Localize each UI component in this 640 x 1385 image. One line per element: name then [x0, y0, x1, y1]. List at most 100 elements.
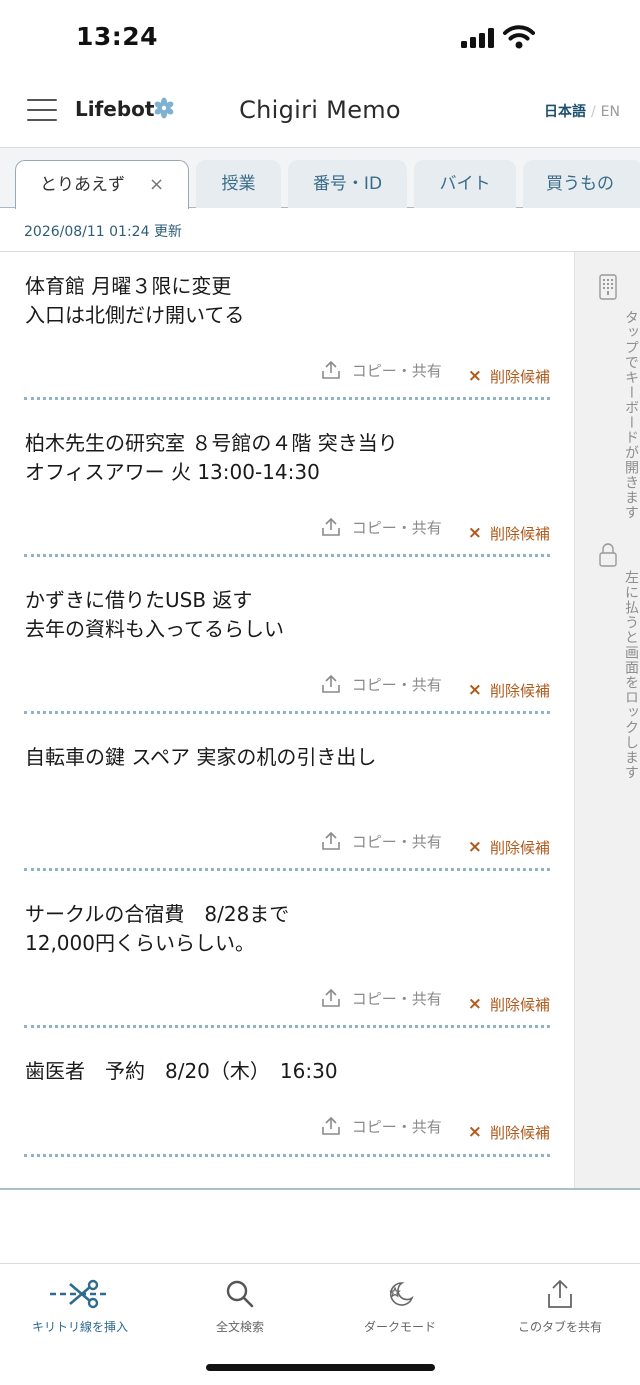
full-text-search-button[interactable]: 全文検索 — [160, 1276, 320, 1335]
copy-share-button[interactable]: コピー・共有 — [320, 1115, 442, 1137]
close-icon: × — [467, 837, 482, 857]
lang-en[interactable]: EN — [601, 104, 620, 120]
memo-item[interactable]: サークルの合宿費 8/28まで 12,000円くらいらしい。 コピー・共有 × 削除… — [0, 880, 574, 1037]
delete-candidate-button[interactable]: × 削除候補 — [468, 366, 550, 387]
wifi-icon — [503, 25, 535, 49]
lang-separator: / — [590, 104, 596, 120]
nav-label: このタブを共有 — [517, 1320, 602, 1334]
share-icon — [321, 360, 340, 379]
memo-actions: コピー・共有 × 削除候補 — [320, 1115, 550, 1142]
dark-mode-button[interactable]: ダークモード — [320, 1276, 480, 1335]
delete-candidate-label: 削除候補 — [489, 524, 550, 543]
insert-cut-line-button[interactable]: キリトリ線を挿入 — [0, 1276, 160, 1335]
memo-separator — [24, 868, 550, 871]
moon-star-icon — [389, 1282, 414, 1306]
share-icon — [321, 988, 340, 1007]
content-divider — [0, 1188, 640, 1190]
memo-text[interactable]: 体育館 月曜３限に変更 入口は北側だけ開いてる — [25, 272, 244, 330]
memo-separator — [24, 1154, 550, 1157]
nav-label: キリトリ線を挿入 — [31, 1320, 128, 1334]
app-header: Lifebot Chigiri Memo 日本語 / EN — [0, 78, 640, 148]
memo-item[interactable]: 自転車の鍵 スペア 実家の机の引き出し コピー・共有 × 削除候補 — [0, 723, 574, 880]
memo-item[interactable]: 柏木先生の研究室 ８号館の４階 突き当り オフィスアワー 火 13:00-14:… — [0, 409, 574, 566]
memo-actions: コピー・共有 × 削除候補 — [320, 830, 550, 857]
copy-share-label: コピー・共有 — [351, 518, 442, 537]
memo-actions: コピー・共有 × 削除候補 — [320, 673, 550, 700]
copy-share-button[interactable]: コピー・共有 — [320, 673, 442, 695]
updated-timestamp: 2026/08/11 01:24 更新 — [24, 224, 182, 240]
delete-candidate-button[interactable]: × 削除候補 — [468, 994, 550, 1015]
updated-timestamp-row: 2026/08/11 01:24 更新 — [0, 208, 640, 252]
keyboard-hint[interactable]: タップでキーボードが開きます — [575, 310, 640, 520]
memo-actions: コピー・共有 × 削除候補 — [320, 987, 550, 1014]
tab-label: バイト — [439, 174, 491, 194]
language-switcher: 日本語 / EN — [544, 101, 620, 121]
close-icon: × — [467, 366, 482, 386]
delete-candidate-label: 削除候補 — [489, 367, 550, 386]
home-indicator[interactable] — [206, 1364, 435, 1371]
tab-label: 番号・ID — [312, 174, 383, 194]
copy-share-label: コピー・共有 — [351, 832, 442, 851]
memo-item[interactable]: 歯医者 予約 8/20（木） 16:30 コピー・共有 × 削除候補 — [0, 1037, 574, 1167]
memo-item[interactable]: 体育館 月曜３限に変更 入口は北側だけ開いてる コピー・共有 × 削除候補 — [0, 252, 574, 409]
share-icon — [321, 831, 340, 850]
copy-share-label: コピー・共有 — [351, 1117, 442, 1136]
close-icon: × — [467, 523, 482, 543]
delete-candidate-button[interactable]: × 削除候補 — [468, 523, 550, 544]
copy-share-label: コピー・共有 — [351, 989, 442, 1008]
memo-text[interactable]: 自転車の鍵 スペア 実家の机の引き出し — [25, 743, 376, 772]
tab-part-time[interactable]: バイト — [414, 160, 516, 208]
keyboard-icon — [599, 274, 617, 300]
search-icon — [226, 1280, 254, 1308]
close-icon[interactable]: × — [149, 174, 164, 195]
memo-text[interactable]: サークルの合宿費 8/28まで 12,000円くらいらしい。 — [25, 900, 289, 958]
delete-candidate-label: 削除候補 — [489, 681, 550, 700]
tab-lectures[interactable]: 授業 — [196, 160, 281, 208]
memo-separator — [24, 1025, 550, 1028]
memo-actions: コピー・共有 × 削除候補 — [320, 516, 550, 543]
tab-bar: とりあえず × 授業 番号・ID バイト 買うもの — [0, 148, 640, 209]
copy-share-button[interactable]: コピー・共有 — [320, 830, 442, 852]
memo-text[interactable]: 歯医者 予約 8/20（木） 16:30 — [25, 1057, 338, 1086]
cellular-signal-icon — [461, 28, 495, 48]
copy-share-button[interactable]: コピー・共有 — [320, 359, 442, 381]
delete-candidate-button[interactable]: × 削除候補 — [468, 680, 550, 701]
copy-share-button[interactable]: コピー・共有 — [320, 987, 442, 1009]
tab-label: 買うもの — [546, 174, 614, 194]
memo-separator — [24, 554, 550, 557]
delete-candidate-button[interactable]: × 削除候補 — [468, 837, 550, 858]
share-icon — [321, 1116, 340, 1135]
nav-label: ダークモード — [363, 1320, 436, 1334]
lang-ja[interactable]: 日本語 — [544, 104, 586, 120]
scissors-icon — [50, 1279, 110, 1309]
tab-numbers-id[interactable]: 番号・ID — [288, 160, 407, 208]
delete-candidate-label: 削除候補 — [489, 1123, 550, 1142]
close-icon: × — [467, 994, 482, 1014]
status-bar: 13:24 — [0, 0, 640, 78]
delete-candidate-button[interactable]: × 削除候補 — [468, 1122, 550, 1143]
status-time: 13:24 — [76, 22, 159, 51]
side-panel: タップでキーボードが開きます 左に払うと画面をロックします — [574, 252, 640, 1188]
share-icon — [548, 1279, 572, 1308]
lock-hint[interactable]: 左に払うと画面をロックします — [575, 570, 640, 780]
nav-label: 全文検索 — [215, 1320, 264, 1334]
memo-text[interactable]: かずきに借りたUSB 返す 去年の資料も入ってるらしい — [25, 586, 284, 644]
memo-actions: コピー・共有 × 削除候補 — [320, 359, 550, 386]
close-icon: × — [467, 1122, 482, 1142]
copy-share-button[interactable]: コピー・共有 — [320, 516, 442, 538]
share-tab-button[interactable]: このタブを共有 — [480, 1276, 640, 1335]
memo-text[interactable]: 柏木先生の研究室 ８号館の４階 突き当り オフィスアワー 火 13:00-14:… — [25, 429, 398, 487]
share-icon — [321, 517, 340, 536]
lock-icon — [599, 543, 617, 567]
tab-toriaezu[interactable]: とりあえず × — [15, 160, 189, 209]
memo-item[interactable]: かずきに借りたUSB 返す 去年の資料も入ってるらしい コピー・共有 × 削除候補 — [0, 566, 574, 723]
share-icon — [321, 674, 340, 693]
close-icon: × — [467, 680, 482, 700]
memo-separator — [24, 711, 550, 714]
tab-label: とりあえず — [39, 175, 125, 195]
tab-shopping[interactable]: 買うもの — [523, 160, 640, 208]
delete-candidate-label: 削除候補 — [489, 995, 550, 1014]
memo-list: 体育館 月曜３限に変更 入口は北側だけ開いてる コピー・共有 × 削除候補 柏木先生… — [0, 252, 574, 1187]
memo-separator — [24, 397, 550, 400]
delete-candidate-label: 削除候補 — [489, 838, 550, 857]
